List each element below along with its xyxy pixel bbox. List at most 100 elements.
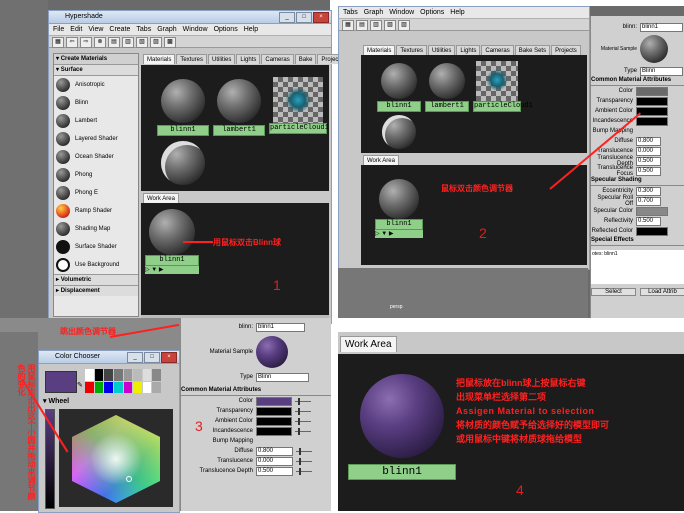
swatch-lambert1[interactable]: lambert1: [213, 77, 265, 136]
layout-icon-1[interactable]: ▤: [108, 37, 120, 48]
layout-icon-3[interactable]: ▧: [384, 20, 396, 31]
specular-color-swatch[interactable]: [636, 206, 668, 216]
tab-work-area[interactable]: Work Area: [340, 336, 397, 352]
material-item-phong-e[interactable]: Phong E: [54, 184, 138, 202]
eccentricity-field[interactable]: 0.300: [636, 186, 661, 196]
swatch-unnamed[interactable]: [157, 141, 209, 187]
color-slider[interactable]: [295, 397, 311, 405]
notes-field[interactable]: otes: blinn1: [591, 250, 684, 284]
tab-lights[interactable]: Lights: [456, 45, 481, 55]
tab-work-area[interactable]: Work Area: [143, 193, 179, 203]
tab-textures[interactable]: Textures: [176, 54, 208, 64]
material-item-ramp-shader[interactable]: Ramp Shader: [54, 202, 138, 220]
swatch-controls[interactable]: ▷ ▼ ▶: [375, 230, 423, 238]
tab-bake-sets[interactable]: Bake Sets: [294, 54, 317, 73]
work-swatch-blinn1[interactable]: blinn1 ▷ ▼ ▶: [145, 209, 199, 279]
swatch-particlecloud1[interactable]: particleCloud1: [473, 61, 533, 112]
menu-graph[interactable]: Graph: [157, 24, 176, 35]
chooser-title-bar[interactable]: Color Chooser _ □ ×: [39, 351, 179, 364]
special-effects-header[interactable]: Special Effects: [591, 236, 684, 246]
close-button[interactable]: ×: [313, 12, 329, 23]
menu-window[interactable]: Window: [183, 24, 208, 35]
material-item-anisotropic[interactable]: Anisotropic: [54, 76, 138, 94]
diffuse-field[interactable]: 0.800: [636, 136, 661, 146]
layout-icon-2[interactable]: ▥: [122, 37, 134, 48]
layout-icon-4[interactable]: ▨: [150, 37, 162, 48]
arrow-left-icon[interactable]: ⇦: [66, 37, 78, 48]
material-item-shading-map[interactable]: Shading Map: [54, 220, 138, 238]
material-item-blinn[interactable]: Blinn: [54, 94, 138, 112]
arrow-right-icon[interactable]: ⇨: [80, 37, 92, 48]
ambient-swatch[interactable]: [256, 416, 292, 426]
layout-icon-4[interactable]: ▨: [398, 20, 410, 31]
window-title-bar[interactable]: Hypershade _ □ ×: [49, 11, 331, 24]
translucence-slider[interactable]: [296, 457, 312, 465]
common-attributes-header[interactable]: Common Material Attributes: [591, 76, 684, 86]
material-item-surface-shader[interactable]: Surface Shader: [54, 238, 138, 256]
tab-materials[interactable]: Materials: [363, 45, 396, 55]
menu-options[interactable]: Options: [214, 24, 238, 35]
material-item-ocean-shader[interactable]: Ocean Shader: [54, 148, 138, 166]
reflectivity-field[interactable]: 0.500: [636, 216, 661, 226]
layout-icon-2[interactable]: ▥: [370, 20, 382, 31]
incandescence-slider[interactable]: [295, 427, 311, 435]
translucence-focus-field[interactable]: 0.500: [636, 166, 661, 176]
translucence-depth-field[interactable]: 0.500: [256, 466, 293, 476]
tab-projects[interactable]: Projects: [551, 45, 581, 55]
minimize-button[interactable]: _: [279, 12, 295, 23]
reflected-color-swatch[interactable]: [636, 226, 668, 236]
material-item-layered-shader[interactable]: Layered Shader: [54, 130, 138, 148]
menu-tabs[interactable]: Tabs: [343, 7, 358, 18]
node-name-field[interactable]: blinn1: [640, 22, 683, 32]
material-item-phong[interactable]: Phong: [54, 166, 138, 184]
transparency-slider[interactable]: [295, 407, 311, 415]
diffuse-field[interactable]: 0.800: [256, 446, 293, 456]
tab-work-area[interactable]: Work Area: [363, 155, 399, 165]
transparency-swatch[interactable]: [636, 96, 668, 106]
menu-help[interactable]: Help: [450, 7, 464, 18]
incandescence-swatch[interactable]: [636, 116, 668, 126]
tab-utilities[interactable]: Utilities: [428, 45, 456, 55]
specular-shading-header[interactable]: Specular Shading: [591, 176, 684, 186]
menu-help[interactable]: Help: [244, 24, 258, 35]
displacement-header[interactable]: ▸ Displacement: [54, 285, 138, 296]
select-button[interactable]: Select: [591, 288, 636, 296]
layout-icon-1[interactable]: ▤: [356, 20, 368, 31]
menu-graph[interactable]: Graph: [364, 7, 383, 18]
swatch-unnamed[interactable]: [377, 115, 421, 151]
maximize-button[interactable]: □: [296, 12, 312, 23]
diffuse-slider[interactable]: [296, 447, 312, 455]
clear-icon[interactable]: ⊗: [94, 37, 106, 48]
color-palette[interactable]: [85, 369, 161, 393]
menu-edit[interactable]: Edit: [70, 24, 82, 35]
minimize-button[interactable]: _: [127, 352, 143, 363]
material-item-lambert[interactable]: Lambert: [54, 112, 138, 130]
create-materials-header[interactable]: ▾ Create Materials: [54, 54, 138, 65]
menu-options[interactable]: Options: [420, 7, 444, 18]
layout-icon-3[interactable]: ▧: [136, 37, 148, 48]
incandescence-swatch[interactable]: [256, 426, 292, 436]
type-dropdown[interactable]: Blinn: [640, 66, 683, 76]
translucence-depth-slider[interactable]: [296, 467, 312, 475]
load-attributes-button[interactable]: Load Attrib: [640, 288, 684, 296]
color-swatch[interactable]: [636, 86, 668, 96]
translucence-depth-field[interactable]: 0.500: [636, 156, 661, 166]
menu-tabs[interactable]: Tabs: [136, 24, 151, 35]
menu-view[interactable]: View: [88, 24, 103, 35]
menu-window[interactable]: Window: [389, 7, 414, 18]
graph-icon[interactable]: ▦: [52, 37, 64, 48]
ambient-slider[interactable]: [295, 417, 311, 425]
color-wheel[interactable]: [59, 409, 173, 507]
swatch-controls[interactable]: ▷ ▼ ▶: [145, 266, 199, 274]
surface-header[interactable]: ▾ Surface: [54, 65, 138, 76]
menu-create[interactable]: Create: [109, 24, 130, 35]
wheel-header[interactable]: ▾ Wheel: [43, 397, 69, 405]
translucence-field[interactable]: 0.000: [636, 146, 661, 156]
swatch-blinn1[interactable]: blinn1: [377, 61, 421, 112]
common-attributes-header[interactable]: Common Material Attributes: [181, 386, 331, 396]
material-item-use-background[interactable]: Use Background: [54, 256, 138, 274]
transparency-swatch[interactable]: [256, 406, 292, 416]
tab-utilities[interactable]: Utilities: [208, 54, 236, 64]
maximize-button[interactable]: □: [144, 352, 160, 363]
volumetric-header[interactable]: ▸ Volumetric: [54, 274, 138, 285]
